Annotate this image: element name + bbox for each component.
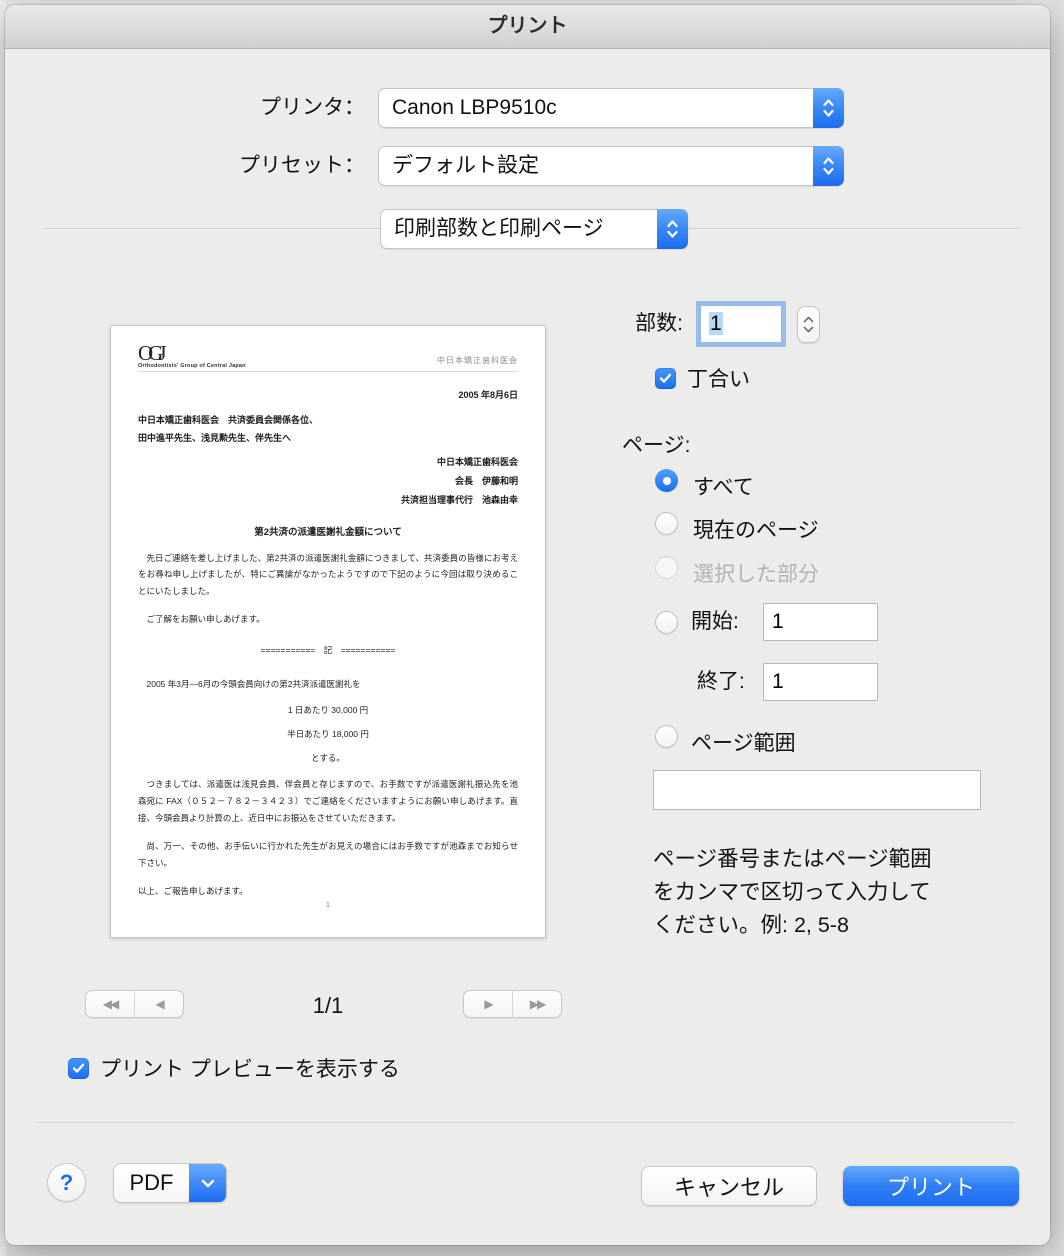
radio-pages-from[interactable] xyxy=(655,611,678,634)
question-mark-icon: ? xyxy=(59,1169,74,1195)
radio-pages-selection xyxy=(655,556,678,579)
document-paragraph: 尚、万一、その他、お手伝いに行かれた先生がお見えの場合にはお手数ですが池森までお… xyxy=(138,841,518,868)
document-amount: 1 日あたり 30,000 円 xyxy=(287,705,369,716)
sender-line: 会長 伊藤和明 xyxy=(454,475,518,486)
document-paragraph: 以上、ご報告申しあげます。 xyxy=(138,886,248,897)
document-amount: 半日あたり 18,000 円 xyxy=(287,729,369,740)
printer-label: プリンタ： xyxy=(260,96,365,119)
chevron-down-icon xyxy=(189,1164,226,1202)
back-icon: ◀ xyxy=(155,997,164,1011)
radio-pages-current-label[interactable]: 現在のページ xyxy=(693,514,819,544)
dialog-title: プリント xyxy=(487,15,568,37)
document-paragraph: ご了解をお願い申しあげます。 xyxy=(146,614,265,625)
pages-to-input[interactable]: 1 xyxy=(763,663,878,701)
show-preview-label: プリント プレビューを表示する xyxy=(100,1058,400,1081)
document-header: OGJ Orthodontists' Group of Central Japa… xyxy=(138,341,518,372)
preview-nav-back-group: ◀◀ ◀ xyxy=(85,990,184,1018)
radio-page-range[interactable] xyxy=(655,725,678,748)
collate-checkbox[interactable] xyxy=(655,367,676,389)
hint-line-1: ページ番号またはページ範囲 xyxy=(653,847,932,871)
document-amount: とする。 xyxy=(311,753,345,764)
document-record-mark: =========== 記 =========== xyxy=(260,644,396,655)
fast-forward-icon: ▶▶ xyxy=(529,997,547,1011)
show-preview-checkbox[interactable] xyxy=(68,1057,89,1079)
rewind-icon: ◀◀ xyxy=(102,997,120,1011)
document-date: 2005 年8月6日 xyxy=(458,390,518,400)
settings-section-value: 印刷部数と印刷ページ xyxy=(394,217,604,240)
collate-checkbox-row[interactable]: 丁合い xyxy=(655,363,750,393)
radio-pages-selection-label: 選択した部分 xyxy=(693,563,819,586)
printer-select[interactable]: Canon LBP9510c xyxy=(378,88,844,128)
hint-line-3: ください。例: 2, 5-8 xyxy=(653,913,849,937)
background-window-right xyxy=(1050,0,1064,1256)
chevron-up-down-icon xyxy=(657,209,688,249)
logo-tagline: Orthodontists' Group of Central Japan xyxy=(138,363,246,369)
preview-nav-forward-group: ▶ ▶▶ xyxy=(463,990,562,1018)
pages-label: ページ: xyxy=(622,434,691,457)
copies-input-value: 1 xyxy=(709,312,723,335)
forward-icon: ▶ xyxy=(484,997,493,1011)
copies-stepper[interactable] xyxy=(797,306,820,343)
pages-to-label: 終了: xyxy=(697,670,745,693)
pages-from-input[interactable]: 1 xyxy=(763,603,878,641)
page-range-input[interactable] xyxy=(653,770,981,810)
document-recipients: 中日本矯正歯科医会 共済委員会関係各位、 田中進平先生、浅見勲先生、伴先生へ xyxy=(138,411,518,447)
cancel-button-label: キャンセル xyxy=(673,1175,784,1200)
preset-select[interactable]: デフォルト設定 xyxy=(378,146,844,186)
collate-label: 丁合い xyxy=(687,368,750,391)
page-range-label[interactable]: ページ範囲 xyxy=(691,727,796,757)
stepper-down-icon xyxy=(803,326,814,333)
document-paragraph: つきましては、派遣医は浅見会員、伴会員と存じますので、お手数ですが派遣医謝礼振込… xyxy=(138,779,518,823)
document-page-number: 1 xyxy=(326,902,330,909)
check-icon xyxy=(659,373,672,383)
radio-pages-current[interactable] xyxy=(655,512,678,535)
pages-from-value: 1 xyxy=(772,610,784,633)
preset-label: プリセット： xyxy=(239,154,365,177)
next-page-button[interactable]: ▶ xyxy=(464,991,512,1017)
printer-select-value: Canon LBP9510c xyxy=(392,96,557,119)
print-preview-page: OGJ Orthodontists' Group of Central Japa… xyxy=(110,325,546,938)
pdf-button-label: PDF xyxy=(114,1164,189,1202)
stepper-up-icon xyxy=(803,316,814,323)
document-subject: 第2共済の派遣医謝礼金額について xyxy=(254,526,402,538)
sender-line: 共済担当理事代行 池森由幸 xyxy=(400,494,518,505)
print-button-label: プリント xyxy=(886,1175,975,1200)
document-paragraph: 2005 年3月―6月の今頭会員向けの第2共済派遣医謝礼を xyxy=(146,678,361,689)
recipient-line: 田中進平先生、浅見勲先生、伴先生へ xyxy=(138,433,292,443)
copies-input[interactable]: 1 xyxy=(700,305,782,343)
pages-to-value: 1 xyxy=(772,670,784,693)
chevron-up-down-icon xyxy=(813,88,844,128)
print-dialog: プリント プリンタ： Canon LBP9510c プリセット： デフォルト設定… xyxy=(5,5,1050,1245)
logo-monogram: OGJ xyxy=(138,341,167,365)
document-org-name: 中日本矯正歯科医会 xyxy=(437,356,518,365)
show-preview-checkbox-row[interactable]: プリント プレビューを表示する xyxy=(68,1053,400,1083)
preset-select-value: デフォルト設定 xyxy=(392,154,539,177)
settings-section-select[interactable]: 印刷部数と印刷ページ xyxy=(380,209,688,249)
radio-pages-all[interactable] xyxy=(655,469,678,492)
sender-line: 中日本矯正歯科医会 xyxy=(436,457,518,467)
chevron-up-down-icon xyxy=(813,146,844,186)
radio-pages-all-label[interactable]: すべて xyxy=(693,471,754,501)
pdf-menu-button[interactable]: PDF xyxy=(113,1163,227,1203)
previous-page-button[interactable]: ◀ xyxy=(134,991,183,1017)
check-icon xyxy=(72,1063,85,1073)
dialog-titlebar: プリント xyxy=(5,5,1050,49)
print-button[interactable]: プリント xyxy=(843,1166,1019,1206)
cancel-button[interactable]: キャンセル xyxy=(641,1166,817,1206)
document-paragraph: 先日ご連絡を差し上げました、第2共済の派遣医謝礼金額につきまして、共済委員の皆様… xyxy=(138,552,518,596)
recipient-line: 中日本矯正歯科医会 共済委員会関係各位、 xyxy=(138,415,319,425)
hint-line-2: をカンマで区切って入力して xyxy=(653,880,931,904)
help-button[interactable]: ? xyxy=(47,1163,86,1202)
footer-divider xyxy=(37,1122,1015,1123)
last-page-button[interactable]: ▶▶ xyxy=(512,991,561,1017)
page-range-hint: ページ番号またはページ範囲 をカンマで区切って入力して ください。例: 2, 5… xyxy=(653,843,932,942)
page-indicator: 1/1 xyxy=(312,993,344,1018)
first-page-button[interactable]: ◀◀ xyxy=(86,991,134,1017)
document-logo: OGJ Orthodontists' Group of Central Japa… xyxy=(138,341,246,370)
pages-from-label: 開始: xyxy=(691,610,739,633)
document-senders: 中日本矯正歯科医会 会長 伊藤和明 共済担当理事代行 池森由幸 xyxy=(138,453,518,510)
